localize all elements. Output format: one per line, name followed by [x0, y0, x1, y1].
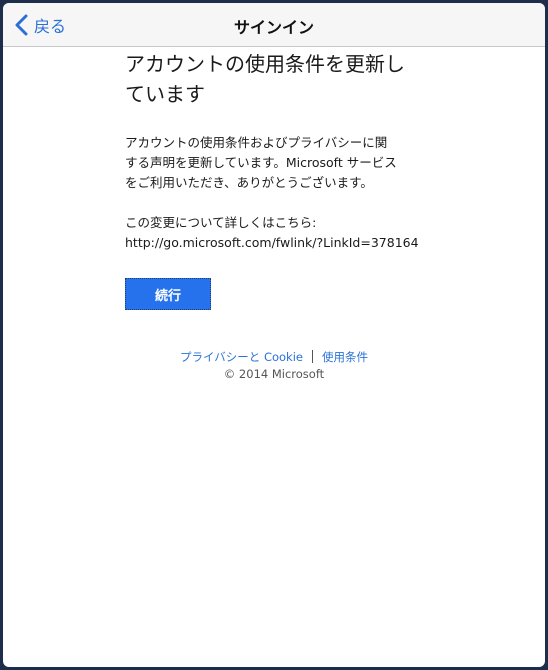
main-content: アカウントの使用条件を更新し ています アカウントの使用条件およびプライバシーに…: [125, 47, 425, 253]
change-info: この変更について詳しくはこちら: http://go.microsoft.com…: [125, 213, 425, 253]
terms-update-message: アカウントの使用条件およびプライバシーに関 する声明を更新しています。Micro…: [125, 133, 425, 193]
footer: プライバシーと Cookie 使用条件 © 2014 Microsoft: [3, 348, 545, 382]
heading-line-2: ています: [125, 82, 205, 106]
footer-divider: [311, 350, 313, 363]
footer-links: プライバシーと Cookie 使用条件: [3, 348, 545, 366]
sign-in-sheet: 戻る サインイン アカウントの使用条件を更新し ています アカウントの使用条件お…: [3, 3, 545, 667]
change-info-url: http://go.microsoft.com/fwlink/?LinkId=3…: [125, 235, 419, 250]
terms-of-use-link[interactable]: 使用条件: [322, 350, 368, 364]
heading-line-1: アカウントの使用条件を更新し: [125, 52, 405, 76]
navigation-bar: 戻る サインイン: [3, 3, 545, 47]
copyright: © 2014 Microsoft: [223, 367, 325, 381]
heading: アカウントの使用条件を更新し ています: [125, 47, 425, 109]
continue-button[interactable]: 続行: [125, 278, 211, 310]
message-line-2: する声明を更新しています。Microsoft サービス: [125, 155, 397, 170]
change-info-text: この変更について詳しくはこちら:: [125, 215, 317, 230]
privacy-cookie-link[interactable]: プライバシーと Cookie: [180, 350, 303, 364]
page-title: サインイン: [233, 18, 314, 37]
message-line-1: アカウントの使用条件およびプライバシーに関: [125, 135, 388, 150]
message-line-3: をご利用いただき、ありがとうございます。: [125, 175, 373, 190]
